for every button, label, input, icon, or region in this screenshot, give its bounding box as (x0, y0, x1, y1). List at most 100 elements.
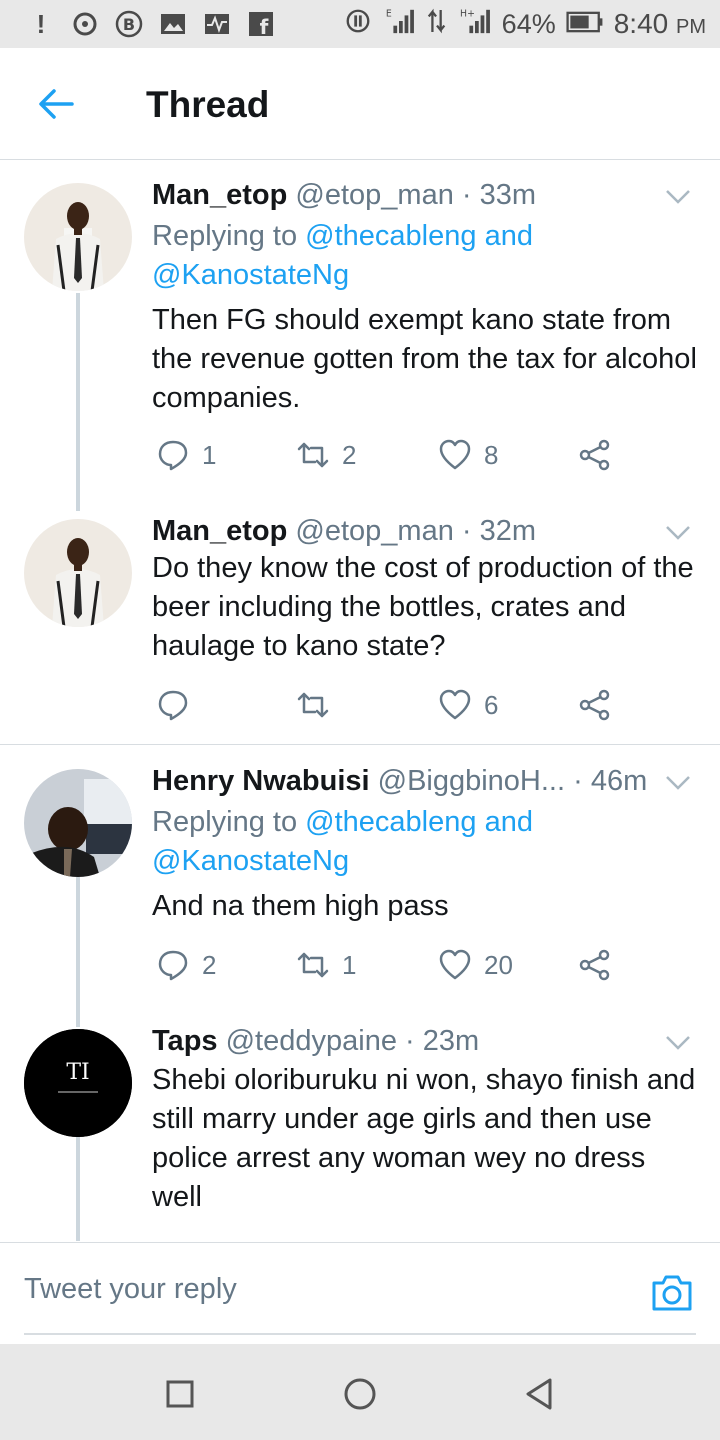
avatar[interactable] (24, 519, 132, 627)
retweet-button[interactable]: 1 (296, 945, 356, 985)
gallery-icon (158, 9, 188, 39)
author-name[interactable]: Taps (152, 1025, 218, 1057)
reply-button[interactable]: 1 (156, 435, 216, 475)
reply-button[interactable]: 2 (156, 945, 216, 985)
tweet-time: · 32m (461, 515, 537, 547)
tweet[interactable]: Man_etop @etop_man · 32m Do they know th… (0, 499, 720, 745)
reply-input[interactable]: Tweet your reply (24, 1273, 237, 1306)
share-button[interactable] (578, 685, 612, 725)
svg-text:E: E (386, 8, 392, 19)
whatsapp-icon (70, 9, 100, 39)
mention-link[interactable]: @thecableng (305, 220, 476, 252)
tweet-time: · 46m (573, 765, 648, 797)
retweet-button[interactable] (296, 685, 342, 725)
back-nav-icon[interactable] (520, 1374, 560, 1414)
replying-prefix: Replying to (152, 806, 298, 838)
signal-e-icon: E (382, 7, 416, 42)
like-count: 6 (484, 689, 499, 720)
mention-link[interactable]: @KanostateNg (152, 845, 349, 877)
like-button[interactable]: 6 (438, 685, 498, 725)
reply-bar: Tweet your reply (0, 1242, 720, 1344)
author-name[interactable]: Man_etop (152, 179, 287, 211)
tweet[interactable]: TI Taps @teddypaine · 23m Shebi oloribur… (0, 1009, 720, 1241)
pulse-icon (202, 9, 232, 39)
battery-percent: 64% (501, 8, 556, 39)
reply-icon (158, 690, 188, 721)
reply-button[interactable] (156, 685, 202, 725)
replying-and: and (484, 806, 533, 838)
share-button[interactable] (578, 945, 612, 985)
retweet-count: 1 (342, 949, 357, 980)
replying-to: Replying to @thecableng and @KanostateNg (152, 803, 692, 881)
clock-ampm: PM (676, 16, 706, 38)
avatar[interactable]: TI (24, 1029, 132, 1137)
author-handle[interactable]: @etop_man (295, 179, 453, 211)
home-icon[interactable] (340, 1374, 380, 1414)
tweet-actions: 6 (152, 685, 672, 725)
status-bar: ! B f E H+ 64% 8:40 PM (0, 0, 720, 48)
replying-and: and (484, 220, 533, 252)
author-handle[interactable]: @teddypaine (226, 1025, 397, 1057)
like-button[interactable]: 20 (438, 945, 513, 985)
tweet[interactable]: Henry Nwabuisi @BiggbinoH... · 46m Reply… (0, 745, 720, 1027)
share-icon (579, 949, 610, 981)
like-count: 8 (484, 439, 499, 470)
recent-apps-icon[interactable] (160, 1374, 200, 1414)
svg-text:H+: H+ (460, 8, 475, 19)
thread-feed[interactable]: Man_etop @etop_man · 33m Replying to @th… (0, 161, 720, 1241)
b-icon: B (114, 9, 144, 39)
author-handle[interactable]: @etop_man (295, 515, 453, 547)
reply-underline (24, 1333, 696, 1335)
chevron-down-icon[interactable] (664, 523, 692, 543)
avatar[interactable] (24, 769, 132, 877)
reply-icon (158, 950, 188, 981)
tweet-header: Taps @teddypaine · 23m (152, 1023, 672, 1059)
mention-link[interactable]: @KanostateNg (152, 259, 349, 291)
battery-icon (566, 9, 604, 40)
chevron-down-icon[interactable] (664, 1033, 692, 1053)
tweet-time: · 23m (405, 1025, 480, 1057)
tweet[interactable]: Man_etop @etop_man · 33m Replying to @th… (0, 161, 720, 511)
avatar-logo-text: TI (66, 1060, 89, 1085)
replying-to: Replying to @thecableng and @KanostateNg (152, 217, 692, 295)
retweet-icon (297, 442, 329, 468)
tweet-header: Man_etop @etop_man · 33m (152, 177, 672, 213)
alert-icon: ! (36, 8, 46, 39)
heart-icon (439, 439, 471, 470)
heart-icon (439, 689, 471, 720)
like-button[interactable]: 8 (438, 435, 498, 475)
tweet-text: Then FG should exempt kano state from th… (152, 304, 697, 414)
retweet-icon (297, 692, 329, 718)
tweet-text: Do they know the cost of production of t… (152, 552, 694, 662)
camera-icon[interactable] (650, 1273, 694, 1313)
retweet-count: 2 (342, 439, 357, 470)
chevron-down-icon[interactable] (664, 773, 692, 793)
author-name[interactable]: Henry Nwabuisi (152, 765, 370, 797)
share-icon (579, 689, 610, 721)
signal-h-icon: H+ (458, 7, 492, 42)
svg-text:B: B (123, 15, 135, 34)
reply-icon (158, 440, 188, 471)
replying-prefix: Replying to (152, 220, 298, 252)
clock: 8:40 PM (614, 8, 706, 40)
back-button[interactable] (30, 78, 82, 130)
share-button[interactable] (578, 435, 612, 475)
system-nav-bar (0, 1344, 720, 1440)
clock-time: 8:40 (613, 8, 669, 39)
chevron-down-icon[interactable] (664, 187, 692, 207)
tweet-time: · 33m (461, 179, 537, 211)
tweet-header: Henry Nwabuisi @BiggbinoH... · 46m (152, 763, 672, 799)
retweet-button[interactable]: 2 (296, 435, 356, 475)
retweet-icon (297, 952, 329, 978)
system-indicators: E H+ 64% 8:40 PM (344, 6, 706, 42)
share-icon (579, 439, 610, 471)
author-handle[interactable]: @BiggbinoH... (378, 765, 565, 797)
hotspot-icon (344, 7, 372, 42)
thread-line (76, 877, 80, 1027)
avatar[interactable] (24, 183, 132, 291)
tweet-header: Man_etop @etop_man · 32m (152, 513, 672, 549)
mention-link[interactable]: @thecableng (305, 806, 476, 838)
author-name[interactable]: Man_etop (152, 515, 287, 547)
tweet-actions: 1 2 8 (152, 435, 672, 475)
tweet-actions: 2 1 20 (152, 945, 672, 985)
